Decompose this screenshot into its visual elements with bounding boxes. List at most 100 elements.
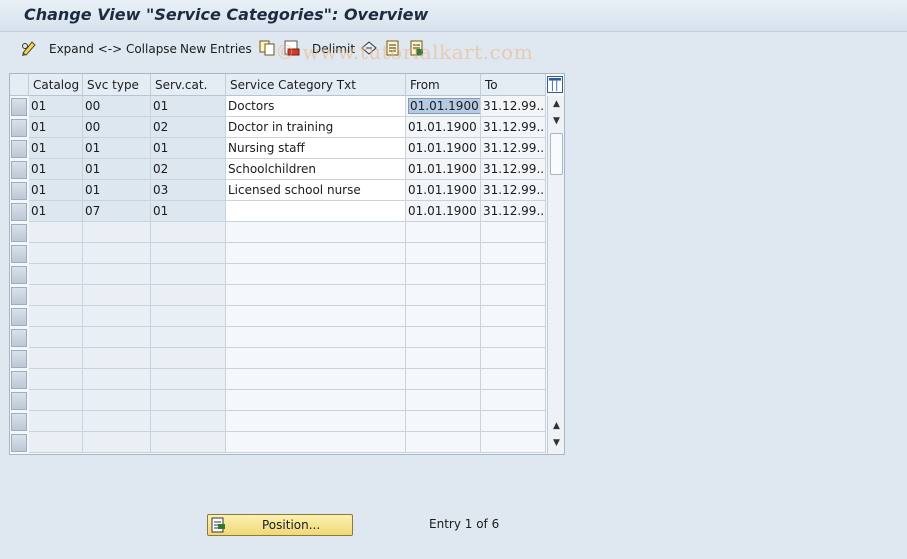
cell-service-category-txt[interactable]: Nursing staff [226, 138, 406, 159]
position-button[interactable]: Position... [207, 514, 353, 536]
row-selector[interactable] [11, 224, 27, 242]
table-settings-icon[interactable] [547, 76, 563, 93]
scroll-down-icon[interactable]: ▼ [551, 438, 562, 449]
cell-to [481, 264, 546, 285]
undo-icon[interactable] [360, 39, 378, 57]
row-selector[interactable] [11, 203, 27, 221]
cell-serv-cat: 02 [151, 159, 226, 180]
cell-catalog-text: 01 [31, 141, 47, 155]
cell-catalog: 01 [29, 201, 83, 222]
row-selector[interactable] [11, 308, 27, 326]
row-selector[interactable] [11, 161, 27, 179]
cell-svc-type: 01 [83, 159, 151, 180]
cell-svc-type [83, 264, 151, 285]
table-row [10, 264, 546, 285]
cell-service-category-txt[interactable] [226, 327, 406, 348]
column-header-from[interactable]: From [406, 74, 481, 96]
cell-to-text: 31.12.99.. [483, 141, 545, 155]
cell-svc-type: 00 [83, 117, 151, 138]
cell-service-category-txt[interactable] [226, 264, 406, 285]
cell-service-category-txt[interactable]: Doctors [226, 96, 406, 117]
page-title: Change View "Service Categories": Overvi… [24, 5, 429, 24]
copy-icon[interactable] [258, 39, 276, 57]
row-selector[interactable] [11, 434, 27, 452]
cell-catalog-text: 01 [31, 162, 47, 176]
row-selector[interactable] [11, 413, 27, 431]
cell-from [406, 306, 481, 327]
scroll-page-down-icon[interactable]: ▼ [551, 116, 562, 127]
select-all-icon[interactable] [384, 39, 402, 57]
table-row [10, 243, 546, 264]
cell-from [406, 432, 481, 453]
vertical-scrollbar[interactable]: ▲ ▼ ▲ ▼ [547, 96, 564, 454]
cell-service-category-txt[interactable] [226, 222, 406, 243]
row-selector[interactable] [11, 119, 27, 137]
cell-to: 31.12.99.. [481, 138, 546, 159]
cell-catalog [29, 327, 83, 348]
cell-service-category-txt-text: Doctors [228, 99, 275, 113]
delete-icon[interactable] [283, 39, 301, 57]
cell-service-category-txt[interactable] [226, 411, 406, 432]
cell-catalog [29, 222, 83, 243]
cell-service-category-txt[interactable] [226, 369, 406, 390]
cell-service-category-txt[interactable]: Licensed school nurse [226, 180, 406, 201]
cell-service-category-txt-text: Doctor in training [228, 120, 334, 134]
title-bar: Change View "Service Categories": Overvi… [0, 0, 907, 32]
table-row: 01 01 03 Licensed school nurse 01.01.1900 31.… [10, 180, 546, 201]
row-selector[interactable] [11, 266, 27, 284]
cell-service-category-txt[interactable] [226, 306, 406, 327]
row-selector[interactable] [11, 245, 27, 263]
select-all-header[interactable] [10, 74, 29, 96]
cell-from [406, 285, 481, 306]
select-block-icon[interactable] [408, 39, 426, 57]
table-row [10, 222, 546, 243]
cell-service-category-txt[interactable]: Schoolchildren [226, 159, 406, 180]
cell-service-category-txt-text: Schoolchildren [228, 162, 316, 176]
cell-svc-type [83, 327, 151, 348]
column-header-to[interactable]: To [481, 74, 546, 96]
column-header-service-category-txt[interactable]: Service Category Txt [226, 74, 406, 96]
cell-from [406, 243, 481, 264]
entry-counter: Entry 1 of 6 [429, 517, 500, 531]
row-selector[interactable] [11, 371, 27, 389]
expand-collapse-button[interactable]: Expand <-> Collapse [49, 40, 177, 58]
row-selector[interactable] [11, 140, 27, 158]
cell-service-category-txt[interactable] [226, 432, 406, 453]
scrollbar-thumb[interactable] [550, 133, 563, 175]
row-selector[interactable] [11, 329, 27, 347]
scroll-up-icon[interactable]: ▲ [551, 99, 562, 110]
cell-catalog: 01 [29, 96, 83, 117]
delimit-button[interactable]: Delimit [312, 40, 355, 58]
cell-service-category-txt-text: Nursing staff [228, 141, 305, 155]
row-selector[interactable] [11, 182, 27, 200]
cell-serv-cat [151, 222, 226, 243]
column-header-serv-cat[interactable]: Serv.cat. [151, 74, 226, 96]
row-selector[interactable] [11, 287, 27, 305]
cell-serv-cat-text: 03 [153, 183, 169, 197]
row-selector[interactable] [11, 98, 27, 116]
row-selector[interactable] [11, 392, 27, 410]
position-button-label: Position... [262, 518, 321, 532]
scroll-page-up-icon[interactable]: ▲ [551, 421, 562, 432]
row-selector[interactable] [11, 350, 27, 368]
cell-to [481, 411, 546, 432]
pencil-glasses-icon[interactable] [20, 39, 38, 57]
cell-from [406, 369, 481, 390]
column-header-svc-type[interactable]: Svc type [83, 74, 151, 96]
cell-catalog-text: 01 [31, 99, 47, 113]
column-header-catalog[interactable]: Catalog [29, 74, 83, 96]
cell-from: 01.01.1900 [406, 201, 481, 222]
cell-service-category-txt[interactable] [226, 348, 406, 369]
cell-service-category-txt[interactable] [226, 285, 406, 306]
cell-svc-type [83, 306, 151, 327]
cell-service-category-txt[interactable] [226, 243, 406, 264]
cell-service-category-txt[interactable]: Doctor in training [226, 117, 406, 138]
new-entries-button[interactable]: New Entries [180, 40, 252, 58]
cell-serv-cat [151, 285, 226, 306]
cell-service-category-txt[interactable] [226, 390, 406, 411]
cell-service-category-txt[interactable] [226, 201, 406, 222]
cell-svc-type [83, 411, 151, 432]
cell-serv-cat: 01 [151, 138, 226, 159]
cell-to [481, 306, 546, 327]
cell-svc-type-text: 01 [85, 162, 101, 176]
